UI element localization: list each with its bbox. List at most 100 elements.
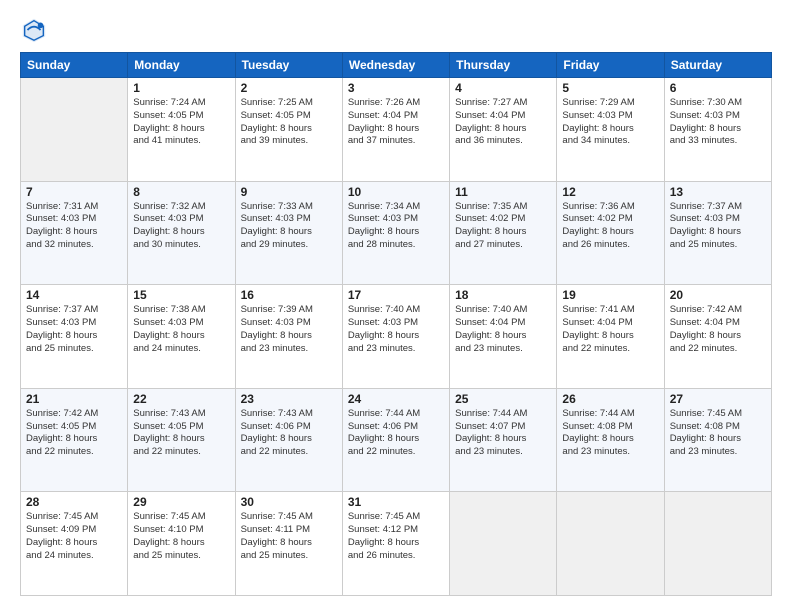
day-number: 4 <box>455 81 551 95</box>
day-number: 9 <box>241 185 337 199</box>
calendar-cell: 13 Sunrise: 7:37 AMSunset: 4:03 PMDayligh… <box>664 181 771 285</box>
day-info: Sunrise: 7:44 AMSunset: 4:07 PMDaylight:… <box>455 408 551 459</box>
day-number: 15 <box>133 288 229 302</box>
calendar-cell: 31 Sunrise: 7:45 AMSunset: 4:12 PMDayligh… <box>342 492 449 596</box>
day-number: 27 <box>670 392 766 406</box>
calendar-header-cell-tuesday: Tuesday <box>235 53 342 78</box>
day-number: 16 <box>241 288 337 302</box>
calendar-cell: 28 Sunrise: 7:45 AMSunset: 4:09 PMDayligh… <box>21 492 128 596</box>
calendar: SundayMondayTuesdayWednesdayThursdayFrid… <box>20 52 772 596</box>
day-info: Sunrise: 7:35 AMSunset: 4:02 PMDaylight:… <box>455 201 551 252</box>
calendar-cell: 29 Sunrise: 7:45 AMSunset: 4:10 PMDayligh… <box>128 492 235 596</box>
day-info: Sunrise: 7:42 AMSunset: 4:05 PMDaylight:… <box>26 408 122 459</box>
calendar-cell <box>557 492 664 596</box>
day-info: Sunrise: 7:43 AMSunset: 4:06 PMDaylight:… <box>241 408 337 459</box>
day-number: 13 <box>670 185 766 199</box>
calendar-body: 1 Sunrise: 7:24 AMSunset: 4:05 PMDaylight… <box>21 78 772 596</box>
day-number: 17 <box>348 288 444 302</box>
logo-icon <box>20 16 48 44</box>
day-info: Sunrise: 7:44 AMSunset: 4:06 PMDaylight:… <box>348 408 444 459</box>
day-number: 23 <box>241 392 337 406</box>
calendar-cell: 14 Sunrise: 7:37 AMSunset: 4:03 PMDayligh… <box>21 285 128 389</box>
day-number: 7 <box>26 185 122 199</box>
calendar-header-cell-thursday: Thursday <box>450 53 557 78</box>
day-info: Sunrise: 7:29 AMSunset: 4:03 PMDaylight:… <box>562 97 658 148</box>
calendar-week-row: 28 Sunrise: 7:45 AMSunset: 4:09 PMDayligh… <box>21 492 772 596</box>
day-number: 10 <box>348 185 444 199</box>
day-info: Sunrise: 7:37 AMSunset: 4:03 PMDaylight:… <box>670 201 766 252</box>
day-number: 19 <box>562 288 658 302</box>
calendar-cell: 1 Sunrise: 7:24 AMSunset: 4:05 PMDaylight… <box>128 78 235 182</box>
calendar-header-cell-wednesday: Wednesday <box>342 53 449 78</box>
day-info: Sunrise: 7:45 AMSunset: 4:10 PMDaylight:… <box>133 511 229 562</box>
day-info: Sunrise: 7:26 AMSunset: 4:04 PMDaylight:… <box>348 97 444 148</box>
calendar-header-cell-sunday: Sunday <box>21 53 128 78</box>
day-info: Sunrise: 7:37 AMSunset: 4:03 PMDaylight:… <box>26 304 122 355</box>
day-number: 14 <box>26 288 122 302</box>
day-info: Sunrise: 7:27 AMSunset: 4:04 PMDaylight:… <box>455 97 551 148</box>
calendar-cell: 26 Sunrise: 7:44 AMSunset: 4:08 PMDayligh… <box>557 388 664 492</box>
day-info: Sunrise: 7:39 AMSunset: 4:03 PMDaylight:… <box>241 304 337 355</box>
day-number: 1 <box>133 81 229 95</box>
header <box>20 16 772 44</box>
day-number: 29 <box>133 495 229 509</box>
day-number: 6 <box>670 81 766 95</box>
calendar-cell: 17 Sunrise: 7:40 AMSunset: 4:03 PMDayligh… <box>342 285 449 389</box>
day-info: Sunrise: 7:30 AMSunset: 4:03 PMDaylight:… <box>670 97 766 148</box>
day-info: Sunrise: 7:24 AMSunset: 4:05 PMDaylight:… <box>133 97 229 148</box>
day-info: Sunrise: 7:36 AMSunset: 4:02 PMDaylight:… <box>562 201 658 252</box>
day-number: 21 <box>26 392 122 406</box>
calendar-cell: 30 Sunrise: 7:45 AMSunset: 4:11 PMDayligh… <box>235 492 342 596</box>
day-number: 26 <box>562 392 658 406</box>
day-info: Sunrise: 7:34 AMSunset: 4:03 PMDaylight:… <box>348 201 444 252</box>
calendar-cell: 3 Sunrise: 7:26 AMSunset: 4:04 PMDaylight… <box>342 78 449 182</box>
calendar-cell: 6 Sunrise: 7:30 AMSunset: 4:03 PMDaylight… <box>664 78 771 182</box>
calendar-header-row: SundayMondayTuesdayWednesdayThursdayFrid… <box>21 53 772 78</box>
day-info: Sunrise: 7:31 AMSunset: 4:03 PMDaylight:… <box>26 201 122 252</box>
calendar-cell: 4 Sunrise: 7:27 AMSunset: 4:04 PMDaylight… <box>450 78 557 182</box>
calendar-cell: 5 Sunrise: 7:29 AMSunset: 4:03 PMDaylight… <box>557 78 664 182</box>
day-info: Sunrise: 7:45 AMSunset: 4:09 PMDaylight:… <box>26 511 122 562</box>
day-number: 30 <box>241 495 337 509</box>
calendar-cell: 2 Sunrise: 7:25 AMSunset: 4:05 PMDaylight… <box>235 78 342 182</box>
calendar-header: SundayMondayTuesdayWednesdayThursdayFrid… <box>21 53 772 78</box>
calendar-week-row: 7 Sunrise: 7:31 AMSunset: 4:03 PMDaylight… <box>21 181 772 285</box>
day-number: 25 <box>455 392 551 406</box>
calendar-cell: 7 Sunrise: 7:31 AMSunset: 4:03 PMDaylight… <box>21 181 128 285</box>
day-number: 28 <box>26 495 122 509</box>
day-info: Sunrise: 7:42 AMSunset: 4:04 PMDaylight:… <box>670 304 766 355</box>
calendar-cell <box>450 492 557 596</box>
calendar-week-row: 1 Sunrise: 7:24 AMSunset: 4:05 PMDaylight… <box>21 78 772 182</box>
day-number: 31 <box>348 495 444 509</box>
day-info: Sunrise: 7:25 AMSunset: 4:05 PMDaylight:… <box>241 97 337 148</box>
day-number: 24 <box>348 392 444 406</box>
calendar-cell: 20Sunrise: 7:42 AMSunset: 4:04 PMDayligh… <box>664 285 771 389</box>
logo <box>20 16 52 44</box>
calendar-cell <box>664 492 771 596</box>
day-number: 2 <box>241 81 337 95</box>
calendar-cell: 12Sunrise: 7:36 AMSunset: 4:02 PMDayligh… <box>557 181 664 285</box>
calendar-cell <box>21 78 128 182</box>
day-number: 18 <box>455 288 551 302</box>
day-info: Sunrise: 7:38 AMSunset: 4:03 PMDaylight:… <box>133 304 229 355</box>
calendar-cell: 24 Sunrise: 7:44 AMSunset: 4:06 PMDayligh… <box>342 388 449 492</box>
calendar-week-row: 21 Sunrise: 7:42 AMSunset: 4:05 PMDayligh… <box>21 388 772 492</box>
day-number: 3 <box>348 81 444 95</box>
day-info: Sunrise: 7:45 AMSunset: 4:11 PMDaylight:… <box>241 511 337 562</box>
calendar-cell: 16 Sunrise: 7:39 AMSunset: 4:03 PMDayligh… <box>235 285 342 389</box>
day-info: Sunrise: 7:45 AMSunset: 4:12 PMDaylight:… <box>348 511 444 562</box>
calendar-header-cell-saturday: Saturday <box>664 53 771 78</box>
calendar-cell: 10 Sunrise: 7:34 AMSunset: 4:03 PMDayligh… <box>342 181 449 285</box>
day-info: Sunrise: 7:44 AMSunset: 4:08 PMDaylight:… <box>562 408 658 459</box>
calendar-header-cell-monday: Monday <box>128 53 235 78</box>
day-info: Sunrise: 7:40 AMSunset: 4:03 PMDaylight:… <box>348 304 444 355</box>
calendar-cell: 27Sunrise: 7:45 AMSunset: 4:08 PMDayligh… <box>664 388 771 492</box>
day-info: Sunrise: 7:41 AMSunset: 4:04 PMDaylight:… <box>562 304 658 355</box>
page: SundayMondayTuesdayWednesdayThursdayFrid… <box>0 0 792 612</box>
calendar-cell: 8Sunrise: 7:32 AMSunset: 4:03 PMDaylight… <box>128 181 235 285</box>
calendar-cell: 25 Sunrise: 7:44 AMSunset: 4:07 PMDayligh… <box>450 388 557 492</box>
calendar-cell: 18Sunrise: 7:40 AMSunset: 4:04 PMDayligh… <box>450 285 557 389</box>
day-number: 8 <box>133 185 229 199</box>
calendar-week-row: 14 Sunrise: 7:37 AMSunset: 4:03 PMDayligh… <box>21 285 772 389</box>
day-number: 5 <box>562 81 658 95</box>
